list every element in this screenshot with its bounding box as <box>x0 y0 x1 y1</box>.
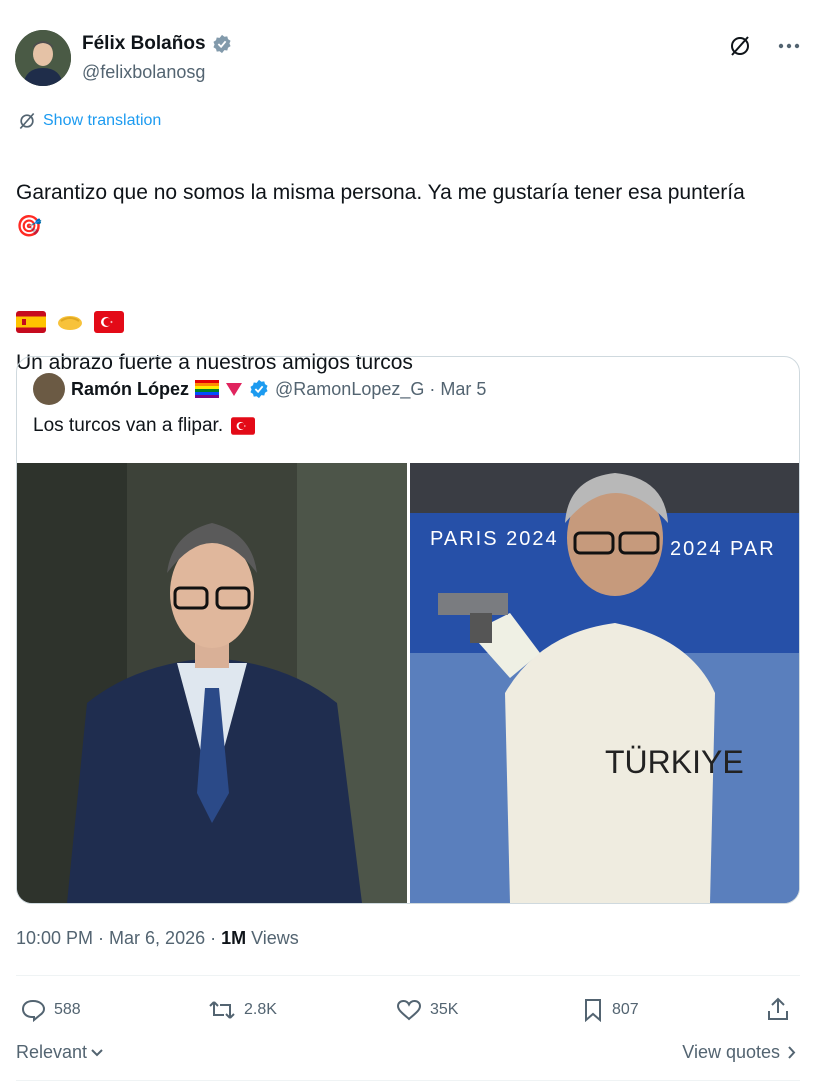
grok-icon[interactable] <box>728 34 752 58</box>
verified-badge-icon <box>250 379 268 399</box>
like-count: 35K <box>430 1001 459 1018</box>
turkey-flag-icon <box>94 311 124 333</box>
quoted-tweet-card[interactable]: Ramón López @RamonLopez_G · Mar 5 Los tu… <box>16 356 800 904</box>
reply-count: 588 <box>54 1001 81 1018</box>
heart-icon <box>396 999 422 1021</box>
share-button[interactable] <box>766 996 790 1022</box>
like-button[interactable]: 35K <box>396 998 458 1022</box>
quote-author-name[interactable]: Ramón López <box>71 379 189 400</box>
author-handle[interactable]: @felixbolanosg <box>82 62 205 83</box>
rainbow-flag-icon <box>195 380 220 398</box>
author-name[interactable]: Félix Bolaños <box>82 33 232 55</box>
action-bar: 588 2.8K 35K 807 <box>20 996 796 1026</box>
divider <box>16 1080 800 1081</box>
media-image-left[interactable] <box>17 463 407 903</box>
divider <box>16 975 800 976</box>
show-translation-link[interactable]: Show translation <box>17 111 161 131</box>
sort-relevant-label[interactable]: Relevant <box>16 1042 87 1063</box>
repost-icon <box>209 1001 235 1019</box>
view-quotes-label[interactable]: View quotes <box>682 1042 780 1063</box>
svg-text:PARIS 2024: PARIS 2024 <box>430 528 559 550</box>
flag-emojis <box>16 311 124 333</box>
views-label: Views <box>246 928 299 948</box>
show-translation-label[interactable]: Show translation <box>43 112 161 130</box>
svg-text:2024 PAR: 2024 PAR <box>670 538 776 560</box>
turkey-flag-icon <box>231 417 256 435</box>
author-avatar[interactable] <box>15 30 71 86</box>
repost-button[interactable]: 2.8K <box>208 998 277 1022</box>
quote-text: Los turcos van a flipar. <box>33 415 224 436</box>
more-options-icon[interactable] <box>778 43 800 49</box>
quote-media[interactable]: PARIS 2024 2024 PAR TÜRKIYE <box>17 463 799 903</box>
chevron-right-icon <box>788 1046 796 1059</box>
translate-icon <box>19 112 35 130</box>
tweet-timestamp[interactable]: 10:00 PM · Mar 6, 2026 · <box>16 928 221 948</box>
chevron-down-icon <box>91 1048 103 1056</box>
media-image-right[interactable]: PARIS 2024 2024 PAR TÜRKIYE <box>409 463 799 903</box>
quote-author-handle[interactable]: @RamonLopez_G · Mar 5 <box>275 379 486 400</box>
repost-count: 2.8K <box>244 1001 277 1018</box>
tweet-line-1: Garantizo que no somos la misma persona.… <box>16 181 745 238</box>
reply-icon <box>21 999 46 1022</box>
red-triangle-icon <box>226 383 243 396</box>
share-icon <box>768 997 788 1020</box>
views-count: 1M <box>221 928 247 948</box>
author-name-text[interactable]: Félix Bolaños <box>82 33 206 55</box>
reply-button[interactable]: 588 <box>20 998 81 1022</box>
quote-author-avatar[interactable] <box>33 373 65 405</box>
handshake-icon <box>56 311 84 333</box>
sort-relevant-dropdown[interactable]: Relevant <box>16 1042 103 1063</box>
view-quotes-link[interactable]: View quotes <box>682 1042 796 1063</box>
bookmark-count: 807 <box>612 1001 639 1018</box>
bookmark-button[interactable]: 807 <box>582 998 639 1022</box>
tweet-meta: 10:00 PM · Mar 6, 2026 · 1M Views <box>16 928 299 949</box>
bookmark-icon <box>585 999 601 1022</box>
spain-flag-icon <box>16 311 46 333</box>
verified-badge-icon <box>212 34 231 54</box>
svg-text:TÜRKIYE: TÜRKIYE <box>605 744 744 780</box>
